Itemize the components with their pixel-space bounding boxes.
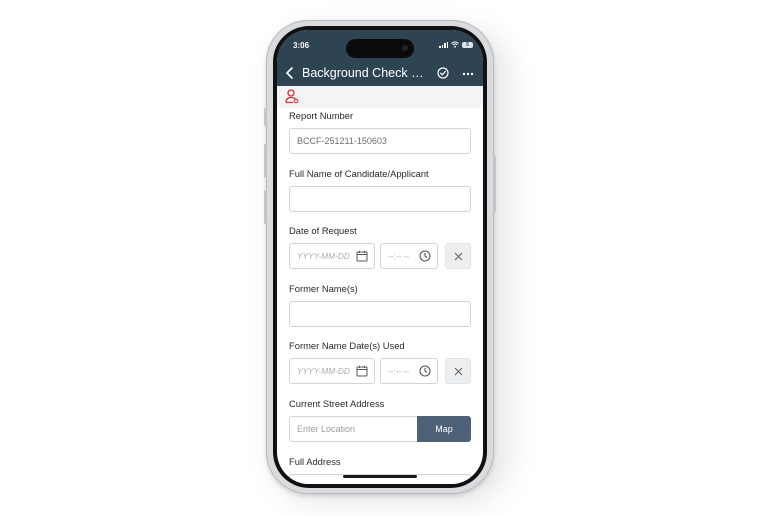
date-placeholder: YYYY-MM-DD [297,251,350,261]
report-number-label: Report Number [289,110,354,121]
status-time: 3:06 [293,41,310,50]
section-bar [277,86,483,108]
full-address-label: Full Address [289,456,341,467]
former-name-dates-label: Former Name Date(s) Used [289,340,405,351]
status-icons: 5 [439,41,473,48]
page-title: Background Check Co... [302,66,432,80]
location-input[interactable]: Enter Location [289,416,417,442]
date-of-request-field: Date of Request YYYY-MM-DD --:-- -- [289,225,471,269]
former-names-field: Former Name(s) [289,283,471,327]
action-button [264,108,267,126]
former-name-dates-field: Former Name Date(s) Used YYYY-MM-DD --:-… [289,340,471,384]
clear-date-button[interactable] [445,358,471,384]
app-header: 3:06 5 Background Check Co... [277,30,483,86]
report-number-input[interactable]: BCCF-251211-150603 [289,128,471,154]
clock-icon[interactable] [419,250,431,262]
former-name-dates-time-input[interactable]: --:-- -- [380,358,438,384]
map-button[interactable]: Map [417,416,471,442]
close-icon [454,252,463,261]
current-street-address-field: Current Street Address Enter Location Ma… [289,398,471,442]
date-of-request-time-input[interactable]: --:-- -- [380,243,438,269]
camera-dot [402,45,408,51]
full-name-input[interactable] [289,186,471,212]
chevron-left-icon[interactable] [285,67,295,79]
former-names-input[interactable] [289,301,471,327]
dynamic-island [346,39,414,58]
time-placeholder: --:-- -- [388,251,410,261]
phone-frame: 3:06 5 Background Check Co... Report Num… [264,20,496,494]
report-number-field: Report Number BCCF-251211-150603 [289,110,471,154]
close-icon [454,367,463,376]
date-of-request-label: Date of Request [289,225,357,236]
phone-bezel: 3:06 5 Background Check Co... Report Num… [273,26,487,488]
app-screen: 3:06 5 Background Check Co... Report Num… [277,30,483,484]
date-placeholder: YYYY-MM-DD [297,366,350,376]
clock-icon[interactable] [419,365,431,377]
power-button [493,156,496,212]
user-icon[interactable] [285,89,299,104]
date-of-request-date-input[interactable]: YYYY-MM-DD [289,243,375,269]
current-street-address-label: Current Street Address [289,398,385,409]
full-address-field: Full Address [289,456,471,484]
time-placeholder: --:-- -- [388,366,410,376]
calendar-icon[interactable] [356,365,368,377]
check-circle-icon[interactable] [437,67,449,79]
former-names-label: Former Name(s) [289,283,358,294]
wifi-icon [451,41,459,48]
former-name-dates-date-input[interactable]: YYYY-MM-DD [289,358,375,384]
full-name-field: Full Name of Candidate/Applicant [289,168,471,212]
calendar-icon[interactable] [356,250,368,262]
volume-up-button [264,144,267,178]
clear-date-button[interactable] [445,243,471,269]
full-name-label: Full Name of Candidate/Applicant [289,168,429,179]
battery-icon: 5 [462,41,473,48]
volume-down-button [264,190,267,224]
signal-icon [439,41,448,48]
more-horizontal-icon[interactable] [462,72,474,76]
home-indicator [343,475,417,478]
